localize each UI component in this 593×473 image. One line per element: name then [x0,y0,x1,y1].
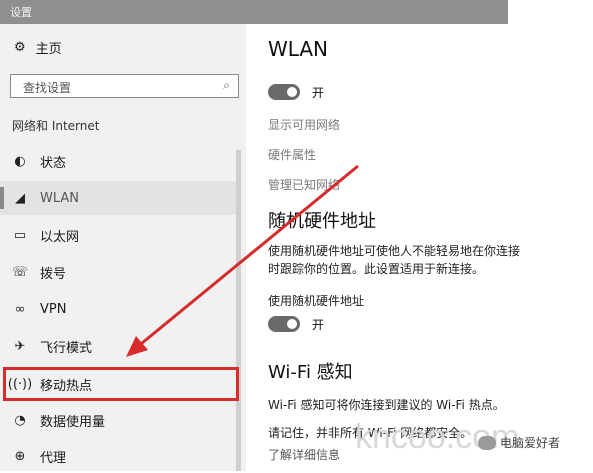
learn-more-link[interactable]: 了解详细信息 [268,446,340,463]
sidebar-item-vpn[interactable]: ∞ VPN [0,292,236,326]
home-nav[interactable]: ⚙ 主页 [14,38,62,57]
random-hw-setting-label: 使用随机硬件地址 [268,294,365,308]
random-hw-toggle[interactable] [268,316,300,332]
wlan-toggle[interactable] [268,84,300,100]
globe-status-icon: ◐ [14,153,26,169]
wechat-account-name: 电脑爱好者 [500,436,561,450]
sidebar-item-status[interactable]: ◐ 状态 [0,144,236,178]
gear-icon: ⚙ [14,40,26,55]
ethernet-icon: ▭ [13,227,27,243]
search-input[interactable]: 查找设置 ⌕ [10,74,239,98]
sidebar-item-label: 状态 [40,155,67,171]
wifi-sense-line-1: Wi-Fi 感知可将你连接到建议的 Wi-Fi 热点。 [268,398,505,412]
sidebar-item-label: 数据使用量 [40,414,106,430]
search-placeholder: 查找设置 [23,81,72,95]
sidebar-item-ethernet[interactable]: ▭ 以太网 [0,218,236,252]
section-title: 网络和 Internet [12,119,100,133]
home-label: 主页 [35,42,62,57]
wlan-toggle-label: 开 [312,86,325,100]
wechat-badge: 电脑爱好者 [478,434,560,451]
sidebar-item-data-usage[interactable]: ◔ 数据使用量 [0,403,236,437]
search-icon: ⌕ [223,78,230,92]
wifi-icon: ◢ [15,190,25,206]
hardware-properties-link[interactable]: 硬件属性 [268,146,316,163]
globe-proxy-icon: ⊕ [14,448,26,464]
sidebar-item-wlan[interactable]: ◢ WLAN [0,181,236,215]
manage-known-networks-link[interactable]: 管理已知网络 [268,176,340,193]
dialup-icon: ☏ [11,264,29,280]
wifi-sense-heading: Wi-Fi 感知 [268,362,353,383]
data-usage-icon: ◔ [14,412,26,428]
sidebar-item-dialup[interactable]: ☏ 拨号 [0,255,236,289]
sidebar-item-label: 拨号 [40,266,67,282]
random-hw-heading: 随机硬件地址 [268,211,376,232]
sidebar-item-label: 以太网 [40,229,80,245]
sidebar-scrollbar[interactable] [236,150,241,471]
wechat-icon [478,435,496,450]
sidebar-item-label: WLAN [40,190,80,206]
airplane-icon: ✈ [14,338,26,354]
window-title: 设置 [10,6,32,19]
sidebar-item-label: 代理 [40,450,67,466]
vpn-icon: ∞ [14,301,26,317]
sidebar-item-label: VPN [40,301,67,317]
sidebar-item-proxy[interactable]: ⊕ 代理 [0,439,236,473]
sidebar-item-airplane[interactable]: ✈ 飞行模式 [0,329,236,363]
hotspot-highlight-box [3,367,239,401]
show-available-networks-link[interactable]: 显示可用网络 [268,116,340,133]
random-hw-description-1: 使用随机硬件地址可使他人不能轻易地在你连接 [268,244,521,258]
window-titlebar: 设置 [0,0,508,24]
sidebar-item-label: 飞行模式 [40,340,93,356]
random-hw-toggle-label: 开 [312,318,325,332]
page-title: WLAN [268,37,329,61]
random-hw-description-2: 时跟踪你的位置。此设置适用于新连接。 [268,262,485,276]
